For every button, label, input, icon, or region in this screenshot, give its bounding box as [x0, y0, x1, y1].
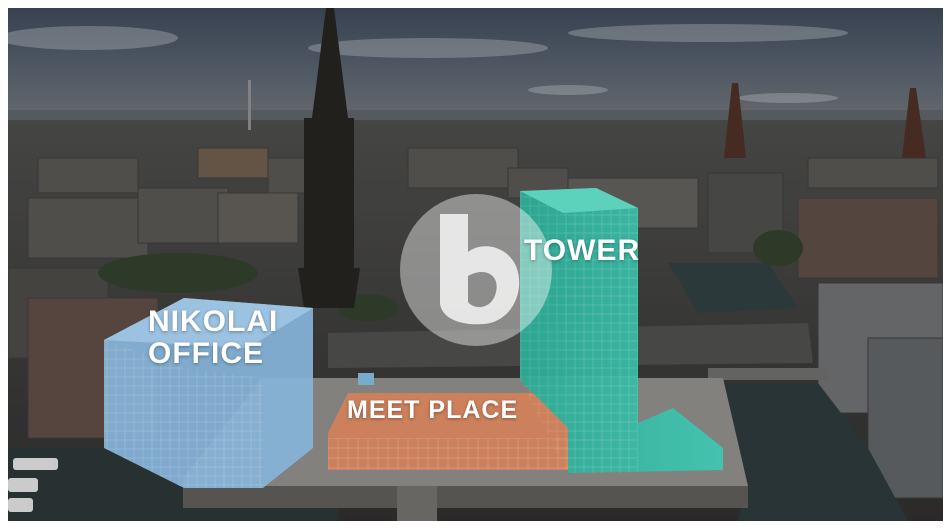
b-logo-icon — [400, 194, 552, 346]
nikolai-office-label: NIKOLAI OFFICE — [148, 306, 278, 370]
nikolai-label-line1: NIKOLAI — [148, 305, 279, 338]
tower-label: TOWER — [524, 234, 641, 267]
meet-place-label: MEET PLACE — [347, 396, 519, 424]
nikolai-label-line2: OFFICE — [148, 337, 264, 370]
